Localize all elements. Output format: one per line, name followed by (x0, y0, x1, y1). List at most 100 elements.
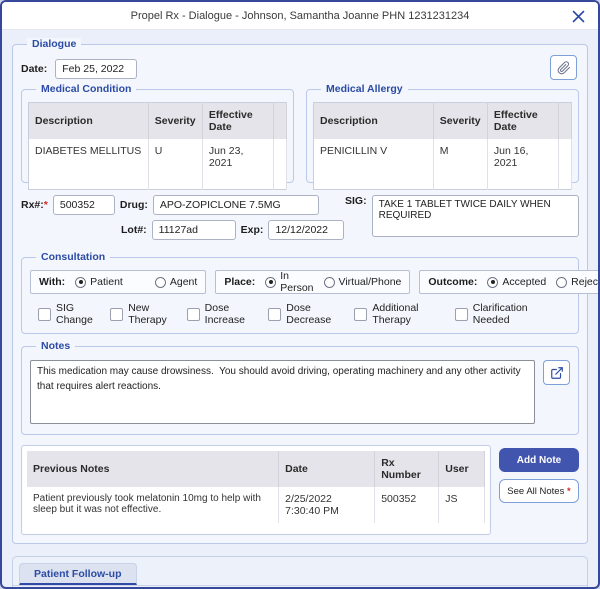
close-icon (572, 10, 584, 22)
rx-row: Rx#:* Drug: Lot#: Exp: SIG: TAKE 1 TABLE… (21, 195, 579, 245)
with-label: With: (39, 276, 66, 288)
notes-textarea[interactable]: This medication may cause drowsiness. Yo… (30, 360, 535, 424)
medical-allergy-label: Medical Allergy (321, 83, 408, 95)
radio-agent[interactable]: Agent (154, 276, 197, 288)
radio-virtual-phone[interactable]: Virtual/Phone (323, 276, 401, 288)
checkbox-icon (354, 307, 368, 321)
radio-icon (265, 276, 277, 288)
column-header[interactable]: Effective Date (487, 102, 559, 139)
radio-icon (556, 276, 568, 288)
checkbox-sig-change[interactable]: SIG Change (38, 302, 110, 326)
exp-label: Exp: (240, 224, 264, 236)
sig-field[interactable]: TAKE 1 TABLET TWICE DAILY WHEN REQUIRED (371, 195, 579, 237)
previous-notes-row: Previous Notes Date Rx Number User Patie… (21, 445, 579, 535)
tab-patient-follow-up[interactable]: Patient Follow-up (19, 563, 137, 585)
column-header[interactable]: Rx Number (374, 451, 440, 487)
drug-field[interactable] (152, 195, 319, 215)
consultation-checkbox-row: SIG Change New Therapy Dose Increase Dos… (30, 302, 570, 326)
radio-accepted[interactable]: Accepted (487, 276, 546, 288)
lot-label: Lot#: (121, 224, 147, 236)
checkbox-clarification-needed[interactable]: Clarification Needed (454, 302, 562, 326)
rx-number-label: Rx#:* (21, 199, 48, 211)
checkbox-new-therapy[interactable]: New Therapy (110, 302, 186, 326)
add-note-button[interactable]: Add Note (499, 448, 579, 472)
consultation-radio-row: With: Patient Agent Place: In Person Vir… (30, 270, 598, 294)
with-group: With: Patient Agent (30, 270, 207, 294)
medical-allergy-section: Medical Allergy Description Severity Eff… (306, 83, 579, 190)
column-header[interactable]: Description (313, 102, 434, 139)
consultation-section-label: Consultation (36, 251, 111, 263)
date-row: Date: (21, 55, 579, 81)
close-button[interactable] (568, 6, 588, 26)
column-header[interactable]: Severity (433, 102, 488, 139)
condition-description-cell: DIABETES MELLITUS (28, 139, 149, 175)
column-header-spacer (558, 102, 573, 139)
medical-condition-section: Medical Condition Description Severity E… (21, 83, 294, 190)
dialog-window: Propel Rx - Dialogue - Johnson, Samantha… (0, 0, 600, 589)
column-header[interactable]: Date (278, 451, 376, 487)
required-marker: * (43, 199, 48, 211)
sig-area: SIG: TAKE 1 TABLET TWICE DAILY WHEN REQU… (345, 195, 579, 245)
radio-rejected[interactable]: Rejected (556, 276, 598, 288)
medical-tables-row: Medical Condition Description Severity E… (21, 83, 579, 190)
window-title: Propel Rx - Dialogue - Johnson, Samantha… (130, 9, 470, 22)
column-header[interactable]: Description (28, 102, 149, 139)
condition-date-cell: Jun 23, 2021 (202, 139, 274, 175)
dialogue-section-label: Dialogue (27, 38, 82, 50)
column-header[interactable]: Severity (148, 102, 203, 139)
table-row[interactable]: PENICILLIN V M Jun 16, 2021 (313, 139, 573, 175)
notes-flag: * (566, 485, 571, 497)
exp-field[interactable] (268, 220, 345, 240)
date-field[interactable] (55, 59, 138, 79)
radio-icon (323, 276, 335, 288)
previous-notes-table: Previous Notes Date Rx Number User Patie… (27, 451, 485, 523)
consultation-section: Consultation With: Patient Agent Place: … (21, 251, 598, 334)
checkbox-dose-increase[interactable]: Dose Increase (186, 302, 269, 326)
radio-in-person[interactable]: In Person (265, 270, 314, 294)
note-text-cell: Patient previously took melatonin 10mg t… (27, 487, 280, 523)
place-group: Place: In Person Virtual/Phone (215, 270, 411, 294)
table-row[interactable]: DIABETES MELLITUS U Jun 23, 2021 (28, 139, 288, 175)
dialogue-section: Dialogue Date: Medical Condition Descrip… (12, 38, 598, 544)
drug-label: Drug: (119, 199, 148, 211)
note-rx-cell: 500352 (374, 487, 440, 523)
radio-icon (487, 276, 499, 288)
checkbox-icon (454, 307, 468, 321)
checkbox-dose-decrease[interactable]: Dose Decrease (268, 302, 354, 326)
column-header[interactable]: Effective Date (202, 102, 274, 139)
table-row[interactable]: Patient previously took melatonin 10mg t… (27, 487, 485, 523)
expand-notes-button[interactable] (543, 360, 570, 385)
allergy-description-cell: PENICILLIN V (313, 139, 434, 175)
checkbox-icon (186, 307, 200, 321)
radio-icon (154, 276, 166, 288)
rx-number-field[interactable] (52, 195, 115, 215)
note-user-cell: JS (438, 487, 485, 523)
place-label: Place: (224, 276, 256, 288)
column-header[interactable]: Previous Notes (27, 451, 280, 487)
condition-severity-cell: U (148, 139, 203, 175)
sig-label: SIG: (345, 195, 367, 207)
column-header[interactable]: User (438, 451, 485, 487)
previous-notes-buttons: Add Note See All Notes * (499, 445, 579, 535)
checkbox-icon (110, 307, 124, 321)
outcome-label: Outcome: (428, 276, 478, 288)
allergy-date-cell: Jun 16, 2021 (487, 139, 559, 175)
attachment-button[interactable] (550, 55, 577, 80)
medical-condition-table: Description Severity Effective Date DIAB… (28, 102, 288, 190)
medical-condition-label: Medical Condition (36, 83, 137, 95)
medical-allergy-table: Description Severity Effective Date PENI… (313, 102, 573, 190)
previous-notes-container: Previous Notes Date Rx Number User Patie… (21, 445, 491, 535)
dialog-body: Dialogue Date: Medical Condition Descrip… (2, 30, 598, 587)
see-all-notes-button[interactable]: See All Notes * (499, 479, 579, 503)
rx-fields: Rx#:* Drug: Lot#: Exp: (21, 195, 345, 245)
title-bar: Propel Rx - Dialogue - Johnson, Samantha… (2, 2, 598, 30)
radio-patient[interactable]: Patient (75, 276, 123, 288)
note-date-cell: 2/25/2022 7:30:40 PM (278, 487, 376, 523)
paperclip-icon (557, 60, 570, 74)
notes-section-label: Notes (36, 340, 76, 352)
lot-field[interactable] (151, 220, 236, 240)
checkbox-additional-therapy[interactable]: Additional Therapy (354, 302, 454, 326)
notes-section: Notes This medication may cause drowsine… (21, 340, 579, 435)
checkbox-icon (268, 307, 282, 321)
follow-up-panel: Patient Follow-up Follow Up on: ▲ ▼ Comm… (12, 556, 588, 587)
